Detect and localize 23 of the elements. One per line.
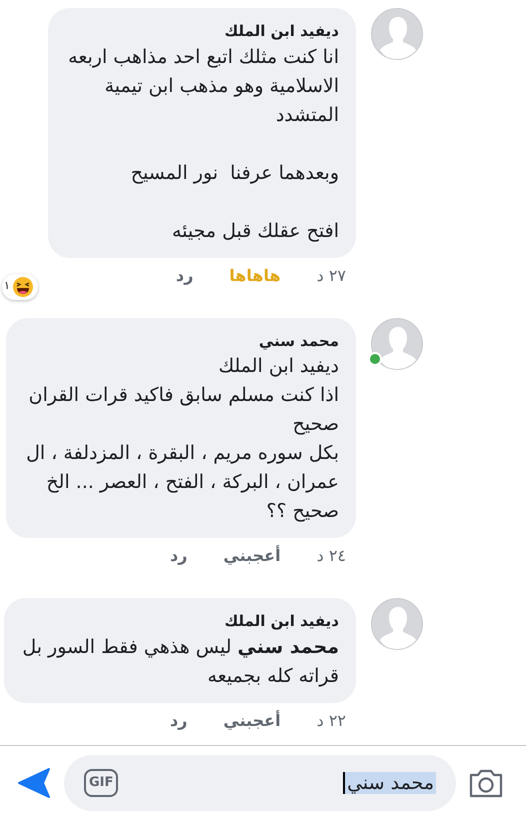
- comment-text: محمد سني ليس هذهي فقط السور بل قراته كله بجميعه: [24, 634, 339, 689]
- reaction-link[interactable]: أعجبني: [223, 544, 281, 568]
- comment-text: انا كنت مثلك اتبع احد مذاهب اربعه الاسلامية وهو مذهب ابن تيمية المتشدد وبعدهما عرفنا نور المسيح افتح عقلك قبل مجيئه: [68, 44, 339, 244]
- camera-icon[interactable]: [468, 767, 504, 799]
- reply-link[interactable]: رد: [170, 544, 188, 568]
- reaction-link[interactable]: أعجبني: [223, 708, 281, 732]
- laughing-face-icon: [12, 276, 34, 298]
- author-name[interactable]: ديفيد ابن الملك: [24, 610, 339, 632]
- comment-text: ديفيد ابن الملك اذا كنت مسلم سابق فاكيد قرات القران صحيح بكل سوره مريم ، البقرة ، المزدلفة ، ال عمران ، البركة ، الفتح ، العصر ... الخ صحيح ؟؟: [26, 354, 339, 524]
- timestamp: ٢٤ د: [316, 545, 346, 567]
- avatar[interactable]: [371, 598, 423, 650]
- reaction-count: ١: [4, 278, 10, 294]
- reaction-badge[interactable]: ١: [2, 274, 38, 300]
- author-name[interactable]: ديفيد ابن الملك: [68, 20, 339, 42]
- timestamp: ٢٢ د: [316, 710, 346, 732]
- timestamp: ٢٧ د: [316, 264, 346, 286]
- send-icon[interactable]: [18, 767, 52, 799]
- avatar[interactable]: [371, 8, 423, 60]
- reply-link[interactable]: رد: [170, 708, 188, 732]
- avatar[interactable]: [371, 318, 423, 370]
- author-name[interactable]: محمد سني: [26, 330, 339, 352]
- reply-link[interactable]: رد: [176, 264, 194, 288]
- gif-button[interactable]: GIF: [84, 769, 118, 797]
